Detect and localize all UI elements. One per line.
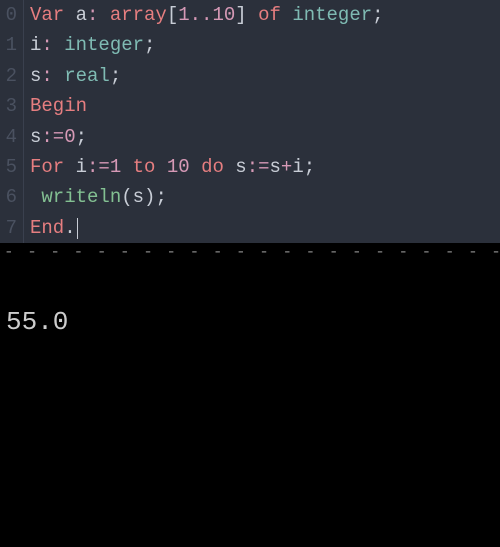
line-number: 7 xyxy=(0,213,24,243)
line-number: 4 xyxy=(0,122,24,152)
code-content[interactable]: s: real; xyxy=(24,61,121,91)
code-line[interactable]: 0Var a: array[1..10] of integer; xyxy=(0,0,500,30)
code-content[interactable]: Begin xyxy=(24,91,87,121)
line-number: 2 xyxy=(0,61,24,91)
code-content[interactable]: For i:=1 to 10 do s:=s+i; xyxy=(24,152,315,182)
code-line[interactable]: 5For i:=1 to 10 do s:=s+i; xyxy=(0,152,500,182)
code-line[interactable]: 2s: real; xyxy=(0,61,500,91)
code-line[interactable]: 3Begin xyxy=(0,91,500,121)
code-content[interactable]: End. xyxy=(24,213,78,243)
code-line[interactable]: 7End. xyxy=(0,213,500,243)
pane-divider: - - - - - - - - - - - - - - - - - - - - … xyxy=(0,243,500,267)
code-line[interactable]: 1i: integer; xyxy=(0,30,500,60)
code-content[interactable]: writeln(s); xyxy=(24,182,167,212)
code-content[interactable]: i: integer; xyxy=(24,30,155,60)
line-number: 3 xyxy=(0,91,24,121)
line-number: 5 xyxy=(0,152,24,182)
code-content[interactable]: s:=0; xyxy=(24,122,87,152)
terminal-output-text: 55.0 xyxy=(6,307,68,337)
line-number: 6 xyxy=(0,182,24,212)
code-editor[interactable]: 0Var a: array[1..10] of integer;1i: inte… xyxy=(0,0,500,243)
text-cursor xyxy=(77,218,78,239)
code-line[interactable]: 4s:=0; xyxy=(0,122,500,152)
code-line[interactable]: 6 writeln(s); xyxy=(0,182,500,212)
line-number: 0 xyxy=(0,0,24,30)
code-content[interactable]: Var a: array[1..10] of integer; xyxy=(24,0,384,30)
line-number: 1 xyxy=(0,30,24,60)
terminal-output-pane: 55.0 xyxy=(0,267,500,547)
